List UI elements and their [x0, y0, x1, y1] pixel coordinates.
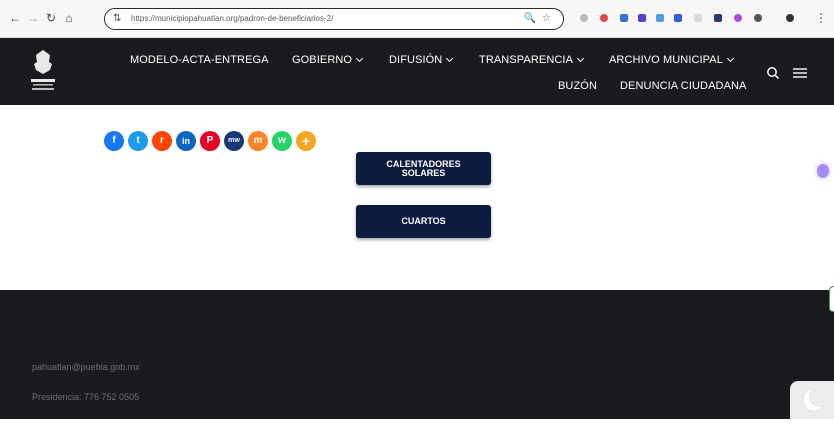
nav-item-difusion[interactable]: DIFUSIÓN — [389, 54, 454, 66]
municipal-shield-logo[interactable] — [28, 46, 58, 98]
home-icon[interactable]: ⌂ — [62, 11, 76, 25]
chevron-down-icon — [576, 54, 585, 63]
extension-icon[interactable] — [656, 14, 664, 22]
mewe-share-icon[interactable]: mw — [224, 131, 244, 151]
facebook-share-icon[interactable]: f — [104, 131, 124, 151]
search-icon[interactable] — [766, 66, 780, 80]
linkedin-share-icon[interactable]: in — [176, 131, 196, 151]
extension-icon[interactable] — [674, 14, 682, 22]
nav-item-transparencia[interactable]: TRANSPARENCIA — [479, 54, 585, 66]
address-bar[interactable]: ⇅ https://municipiopahuatlan.org/padron-… — [104, 8, 564, 30]
twitter-share-icon[interactable]: t — [128, 131, 148, 151]
extensions-puzzle-icon[interactable] — [754, 14, 762, 22]
extension-icon[interactable] — [714, 14, 722, 22]
extension-icon[interactable] — [620, 14, 628, 22]
reload-icon[interactable]: ↻ — [44, 11, 58, 25]
nav-item-archivo-municipal[interactable]: ARCHIVO MUNICIPAL — [609, 54, 735, 66]
mix-share-icon[interactable]: m — [248, 131, 268, 151]
hamburger-icon[interactable] — [792, 66, 808, 80]
arrow-right-icon[interactable]: → — [26, 11, 40, 25]
footer-phone: Presidencia: 776 752 0505 — [32, 392, 140, 402]
arrow-left-icon[interactable]: ← — [8, 11, 22, 25]
extension-icon[interactable] — [638, 14, 646, 22]
cuartos-button[interactable]: CUARTOS — [356, 205, 491, 238]
site-footer: pahuatlan@puebla.gob.mx Presidencia: 776… — [0, 290, 834, 419]
pinterest-share-icon[interactable]: P — [200, 131, 220, 151]
chevron-down-icon — [446, 54, 454, 63]
profile-avatar[interactable] — [786, 14, 794, 22]
more-share-icon[interactable]: + — [296, 131, 316, 151]
browser-toolbar: ← → ↻ ⌂ ⇅ https://municipiopahuatlan.org… — [0, 0, 834, 38]
calentadores-solares-button[interactable]: CALENTADORES SOLARES — [356, 152, 491, 185]
chevron-down-icon — [726, 54, 735, 63]
chevron-down-icon — [356, 54, 364, 63]
extension-icon[interactable] — [600, 14, 608, 22]
button-label-line2: SOLARES — [401, 168, 446, 178]
nav-item-buzon[interactable]: BUZÓN — [558, 80, 597, 92]
whatsapp-share-icon[interactable]: w — [272, 131, 292, 151]
floating-widget-icon[interactable] — [817, 164, 829, 178]
bookmark-star-icon[interactable]: 🔍☆ — [524, 13, 557, 24]
extension-icon[interactable] — [694, 14, 702, 22]
reddit-share-icon[interactable]: r — [152, 131, 172, 151]
url-text: https://municipiopahuatlan.org/padron-de… — [131, 14, 334, 23]
dark-mode-toggle[interactable] — [790, 381, 834, 419]
extension-icon[interactable] — [734, 14, 742, 22]
footer-email[interactable]: pahuatlan@puebla.gob.mx — [32, 362, 140, 372]
moon-icon — [802, 388, 825, 412]
extension-icon[interactable] — [580, 14, 588, 22]
side-tab-handle[interactable] — [829, 286, 834, 312]
nav-item-denuncia-ciudadana[interactable]: DENUNCIA CIUDADANA — [620, 80, 747, 92]
more-menu-icon[interactable]: ⋮ — [814, 11, 828, 25]
button-label: CUARTOS — [401, 216, 446, 226]
nav-item-modelo-acta-entrega[interactable]: MODELO-ACTA-ENTREGA — [130, 54, 269, 66]
nav-item-gobierno[interactable]: GOBIERNO — [292, 54, 364, 66]
site-header: MODELO-ACTA-ENTREGA GOBIERNO DIFUSIÓN TR… — [0, 38, 834, 105]
site-info-icon[interactable]: ⇅ — [113, 13, 121, 24]
